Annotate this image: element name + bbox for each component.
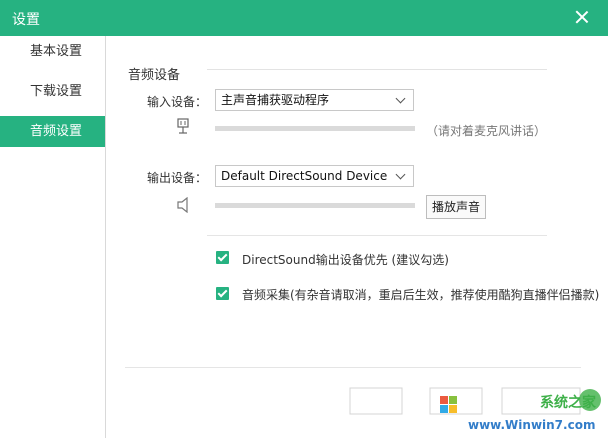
sidebar-item-label: 音频设置 — [30, 124, 83, 139]
microphone-icon — [177, 118, 189, 134]
sidebar-item-label: 下载设置 — [30, 84, 83, 99]
play-sound-button[interactable]: 播放声音 — [426, 195, 486, 219]
directsound-priority-label: DirectSound输出设备优先 (建议勾选) — [242, 253, 449, 267]
sidebar-item-audio[interactable]: 音频设置 — [0, 116, 105, 147]
close-icon[interactable] — [574, 9, 590, 25]
watermark-site: www.Winwin7.com — [468, 418, 596, 432]
audio-capture-label: 音频采集(有杂音请取消，重启后生效，推荐使用酷狗直播伴侣播款) — [242, 288, 600, 302]
watermark-logo: 系统之家 www.Winwin7.com — [320, 380, 608, 438]
input-device-select[interactable]: 主声音捕获驱动程序 — [215, 89, 414, 111]
chevron-down-icon — [395, 93, 406, 104]
sidebar-item-download[interactable]: 下载设置 — [0, 76, 105, 107]
sidebar: 基本设置 下载设置 音频设置 — [0, 36, 106, 438]
output-device-value: Default DirectSound Device — [221, 169, 388, 183]
window-title: 设置 — [12, 12, 40, 28]
audio-capture-checkbox[interactable] — [216, 287, 229, 300]
input-device-value: 主声音捕获驱动程序 — [221, 93, 330, 107]
footer-divider — [125, 367, 581, 368]
sidebar-item-basic[interactable]: 基本设置 — [0, 36, 105, 67]
input-device-label: 输入设备： — [147, 95, 208, 109]
input-level-meter — [215, 126, 415, 131]
output-device-select[interactable]: Default DirectSound Device — [215, 165, 414, 187]
speaker-icon — [177, 197, 188, 213]
watermark-brand: 系统之家 — [540, 395, 596, 411]
output-volume-slider[interactable] — [215, 203, 415, 208]
chevron-down-icon — [395, 169, 406, 180]
sidebar-item-label: 基本设置 — [30, 44, 83, 59]
section-title: 音频设备 — [128, 68, 181, 83]
section-divider — [207, 69, 547, 70]
output-device-label: 输出设备： — [147, 171, 208, 185]
options-divider — [207, 235, 547, 236]
title-bar: 设置 — [0, 0, 608, 36]
input-hint: （请对着麦克风讲话） — [426, 124, 547, 138]
directsound-priority-checkbox[interactable] — [216, 251, 229, 264]
